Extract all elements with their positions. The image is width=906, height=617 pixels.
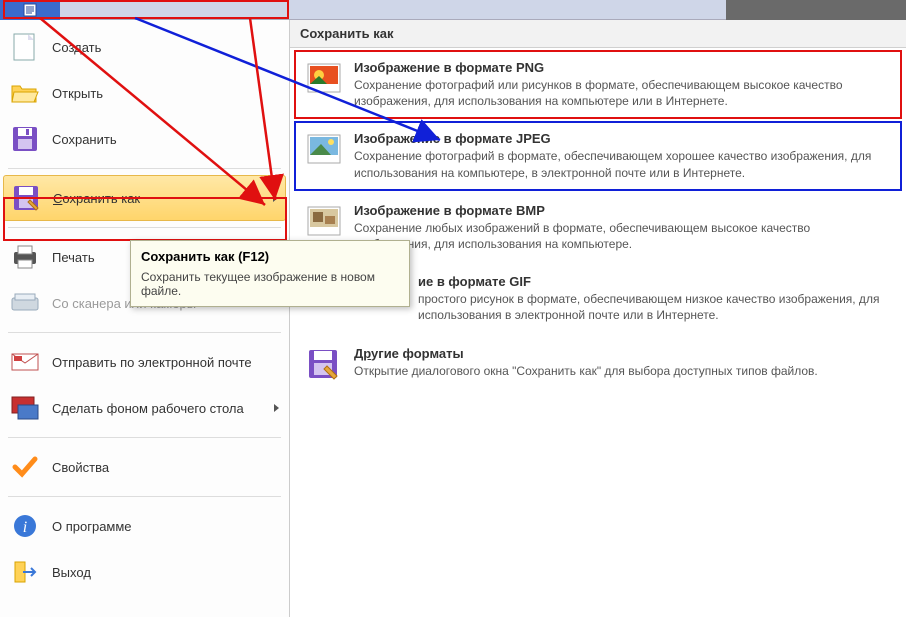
document-icon (22, 3, 38, 17)
menu-label: Сохранить (52, 132, 117, 147)
format-title: Изображение в формате PNG (354, 60, 890, 75)
save-as-panel: Сохранить как Изображение в формате PNG … (290, 20, 906, 617)
format-png[interactable]: Изображение в формате PNG Сохранение фот… (294, 50, 902, 119)
png-icon (306, 60, 342, 96)
menu-label: Создать (52, 40, 101, 55)
scanner-icon (10, 288, 40, 318)
title-bar (0, 0, 906, 20)
menu-save-as[interactable]: Сохранить как (3, 175, 286, 221)
menu-properties[interactable]: Свойства (0, 444, 289, 490)
window-background (726, 0, 906, 20)
menu-label: Выход (52, 565, 91, 580)
save-icon (10, 124, 40, 154)
other-formats-icon (306, 346, 342, 382)
svg-text:i: i (23, 519, 27, 536)
format-other[interactable]: Другие форматы Открытие диалогового окна… (294, 336, 902, 392)
separator (8, 496, 281, 497)
jpeg-icon (306, 131, 342, 167)
desktop-icon (10, 393, 40, 423)
separator (8, 168, 281, 169)
panel-title: Сохранить как (290, 20, 906, 48)
format-title: ие в формате GIF (418, 274, 890, 289)
separator (8, 227, 281, 228)
format-title: Другие форматы (354, 346, 890, 361)
menu-label: О программе (52, 519, 132, 534)
info-icon: i (10, 511, 40, 541)
menu-label: Сделать фоном рабочего стола (52, 401, 244, 416)
tooltip-body: Сохранить текущее изображение в новом фа… (141, 270, 399, 298)
left-menu: Создать Открыть Сохранить Сохранить как (0, 20, 290, 617)
printer-icon (10, 242, 40, 272)
save-as-icon (11, 183, 41, 213)
exit-icon (10, 557, 40, 587)
tooltip: Сохранить как (F12) Сохранить текущее из… (130, 240, 410, 307)
menu-label: Отправить по электронной почте (52, 355, 252, 370)
menu-label: Сохранить как (53, 191, 140, 206)
menu-label: Открыть (52, 86, 103, 101)
tooltip-title: Сохранить как (F12) (141, 249, 399, 264)
menu-create[interactable]: Создать (0, 24, 289, 70)
menu-label: Свойства (52, 460, 109, 475)
menu-exit[interactable]: Выход (0, 549, 289, 595)
menu-about[interactable]: i О программе (0, 503, 289, 549)
submenu-arrow-icon (273, 194, 278, 202)
separator (8, 437, 281, 438)
menu-open[interactable]: Открыть (0, 70, 289, 116)
folder-open-icon (10, 78, 40, 108)
format-desc: Сохранение фотографий или рисунков в фор… (354, 77, 890, 109)
app-menu-button[interactable] (0, 0, 60, 20)
new-document-icon (10, 32, 40, 62)
format-desc: Открытие диалогового окна "Сохранить как… (354, 363, 890, 379)
bmp-icon (306, 203, 342, 239)
checkmark-icon (10, 452, 40, 482)
format-jpeg[interactable]: Изображение в формате JPEG Сохранение фо… (294, 121, 902, 190)
menu-email[interactable]: Отправить по электронной почте (0, 339, 289, 385)
separator (8, 332, 281, 333)
submenu-arrow-icon (274, 404, 279, 412)
menu-wallpaper[interactable]: Сделать фоном рабочего стола (0, 385, 289, 431)
format-title: Изображение в формате BMP (354, 203, 890, 218)
format-desc: Сохранение фотографий в формате, обеспеч… (354, 148, 890, 180)
format-title: Изображение в формате JPEG (354, 131, 890, 146)
format-desc: простого рисунок в формате, обеспечивающ… (418, 291, 890, 323)
menu-save[interactable]: Сохранить (0, 116, 289, 162)
backstage-menu: Создать Открыть Сохранить Сохранить как (0, 20, 906, 617)
format-desc: Сохранение любых изображений в формате, … (354, 220, 890, 252)
menu-label: Печать (52, 250, 95, 265)
envelope-icon (10, 347, 40, 377)
